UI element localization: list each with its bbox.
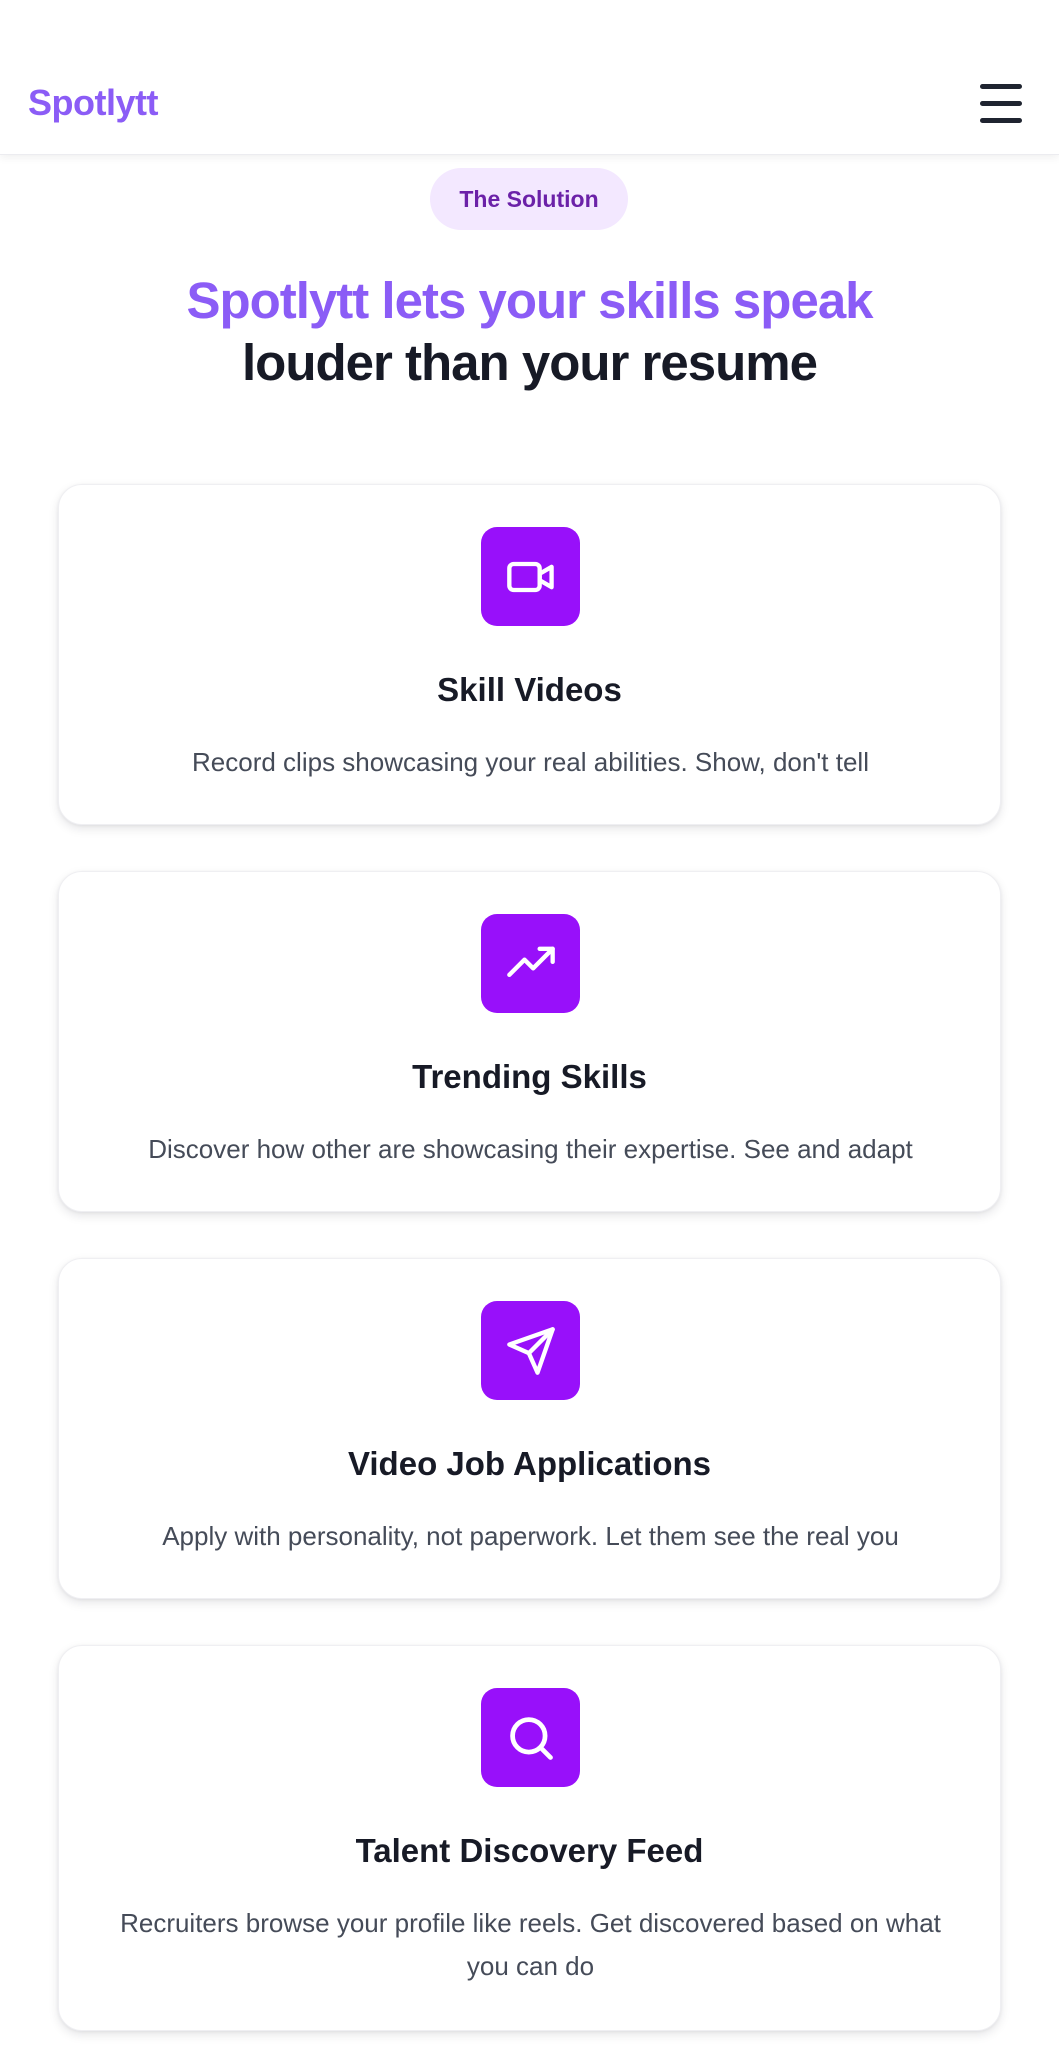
section-headline: Spotlytt lets your skills speak louder t… [0, 270, 1059, 394]
send-icon [481, 1301, 580, 1400]
headline-dark: louder than your resume [242, 334, 818, 391]
top-nav-bar: Spotlytt [0, 0, 1059, 155]
trending-up-icon [481, 914, 580, 1013]
video-camera-icon [481, 527, 580, 626]
headline-accent: Spotlytt lets your skills speak [186, 272, 873, 329]
feature-card-video-job-applications[interactable]: Video Job Applications Apply with person… [58, 1258, 1001, 1599]
section-badge: The Solution [430, 168, 628, 230]
menu-bar-line [980, 118, 1022, 123]
feature-description: Discover how other are showcasing their … [148, 1134, 913, 1164]
feature-description: Apply with personality, not paperwork. L… [162, 1521, 899, 1551]
hamburger-menu-icon[interactable] [976, 80, 1028, 128]
brand-logo[interactable]: Spotlytt [28, 82, 158, 124]
feature-title: Talent Discovery Feed [355, 1832, 704, 1869]
feature-title: Video Job Applications [347, 1445, 712, 1482]
feature-card-trending-skills[interactable]: Trending Skills Discover how other are s… [58, 871, 1001, 1212]
feature-card-skill-videos[interactable]: Skill Videos Record clips showcasing you… [58, 484, 1001, 825]
feature-description: Recruiters browse your profile like reel… [120, 1908, 941, 1981]
menu-bar-line [980, 84, 1022, 89]
menu-bar-line [980, 101, 1022, 106]
search-icon [481, 1688, 580, 1787]
feature-description: Record clips showcasing your real abilit… [192, 747, 869, 777]
feature-title: Trending Skills [412, 1058, 647, 1095]
feature-card-talent-discovery-feed[interactable]: Talent Discovery Feed Recruiters browse … [58, 1645, 1001, 2031]
feature-title: Skill Videos [437, 671, 622, 708]
